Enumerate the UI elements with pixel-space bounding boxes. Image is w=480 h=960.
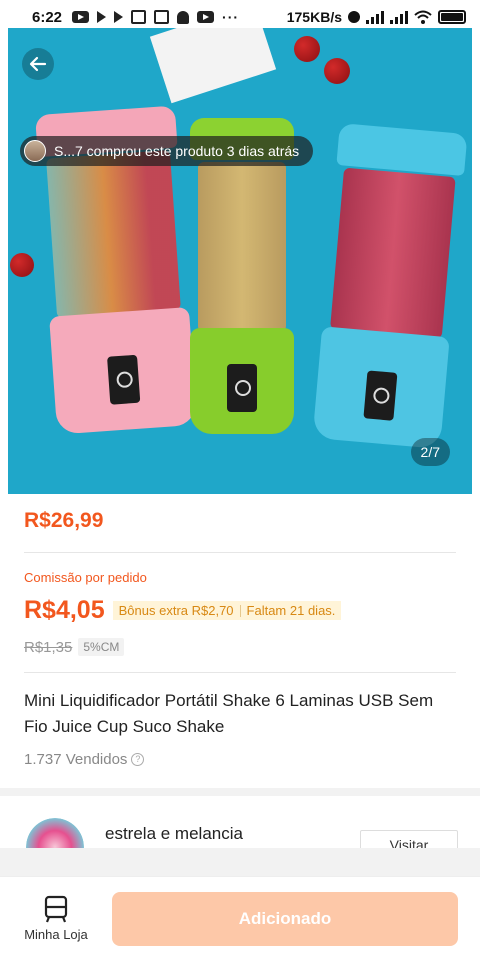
android-icon xyxy=(177,10,190,24)
signal-icon-2 xyxy=(390,10,408,24)
grey-overlay-strip xyxy=(0,848,480,876)
old-commission: R$1,35 xyxy=(24,638,73,656)
bonus-separator xyxy=(239,604,241,617)
divider xyxy=(24,552,456,553)
days-left: Faltam 21 dias. xyxy=(246,603,336,618)
status-right: 175KB/s xyxy=(287,9,466,25)
alarm-icon xyxy=(348,11,360,23)
sold-count: 1.737 Vendidos ? xyxy=(24,751,145,768)
play-store-icon xyxy=(97,11,107,23)
network-speed: 175KB/s xyxy=(286,9,342,25)
product-title: Mini Liquidificador Portátil Shake 6 Lam… xyxy=(24,691,434,736)
bonus-badge: Bônus extra R$2,70 Faltam 21 dias. xyxy=(112,601,342,620)
store-name: estrela e melancia xyxy=(105,824,243,843)
store-logo xyxy=(26,818,84,848)
product-image-carousel[interactable]: S...7 comprou este produto 3 dias atrás … xyxy=(8,28,472,494)
notification-icons: ··· xyxy=(72,9,239,25)
cherry-decor xyxy=(324,58,350,84)
recent-purchase-toast: S...7 comprou este produto 3 dias atrás xyxy=(20,136,314,166)
commission-row: R$4,05 Bônus extra R$2,70 Faltam 21 dias… xyxy=(24,596,342,625)
wifi-icon xyxy=(414,10,432,24)
back-button[interactable] xyxy=(22,48,54,80)
store-row[interactable]: estrela e melancia Visitar xyxy=(0,808,480,848)
image-counter: 2/7 xyxy=(410,438,450,466)
blue-blender-bottle xyxy=(312,123,468,449)
signal-icon xyxy=(366,10,384,24)
old-commission-row: R$1,35 5%CM xyxy=(24,638,125,656)
commission-value: R$4,05 xyxy=(24,596,105,624)
commission-label: Comissão por pedido xyxy=(24,570,147,585)
buyer-avatar xyxy=(24,140,46,162)
recent-purchase-text: S...7 comprou este produto 3 dias atrás xyxy=(54,143,300,159)
product-price: R$26,99 xyxy=(24,509,104,532)
my-store-label: Minha Loja xyxy=(24,927,88,942)
youtube-icon xyxy=(72,11,90,23)
cherry-decor xyxy=(294,36,320,62)
battery-icon xyxy=(438,10,466,24)
bottom-action-bar: Minha Loja Adicionado xyxy=(0,876,480,960)
divider xyxy=(24,672,456,673)
section-separator xyxy=(0,788,480,796)
sold-text: 1.737 Vendidos xyxy=(24,751,128,768)
shopee-icon xyxy=(131,10,147,24)
play-icon xyxy=(114,11,124,23)
bonus-text: Bônus extra R$2,70 xyxy=(118,603,234,618)
napkin-decor xyxy=(149,28,277,104)
added-button[interactable]: Adicionado xyxy=(112,892,458,946)
help-icon[interactable]: ? xyxy=(131,753,145,766)
back-arrow-icon xyxy=(29,56,47,72)
status-time: 6:22 xyxy=(32,8,63,26)
commission-pct-badge: 5%CM xyxy=(78,638,125,656)
youtube-icon-2 xyxy=(197,11,215,23)
store-icon xyxy=(44,895,68,923)
cherry-decor xyxy=(10,253,34,277)
visit-store-button[interactable]: Visitar xyxy=(360,830,458,848)
more-icon: ··· xyxy=(222,9,240,25)
my-store-button[interactable]: Minha Loja xyxy=(18,895,94,942)
calendar-icon xyxy=(154,10,170,24)
